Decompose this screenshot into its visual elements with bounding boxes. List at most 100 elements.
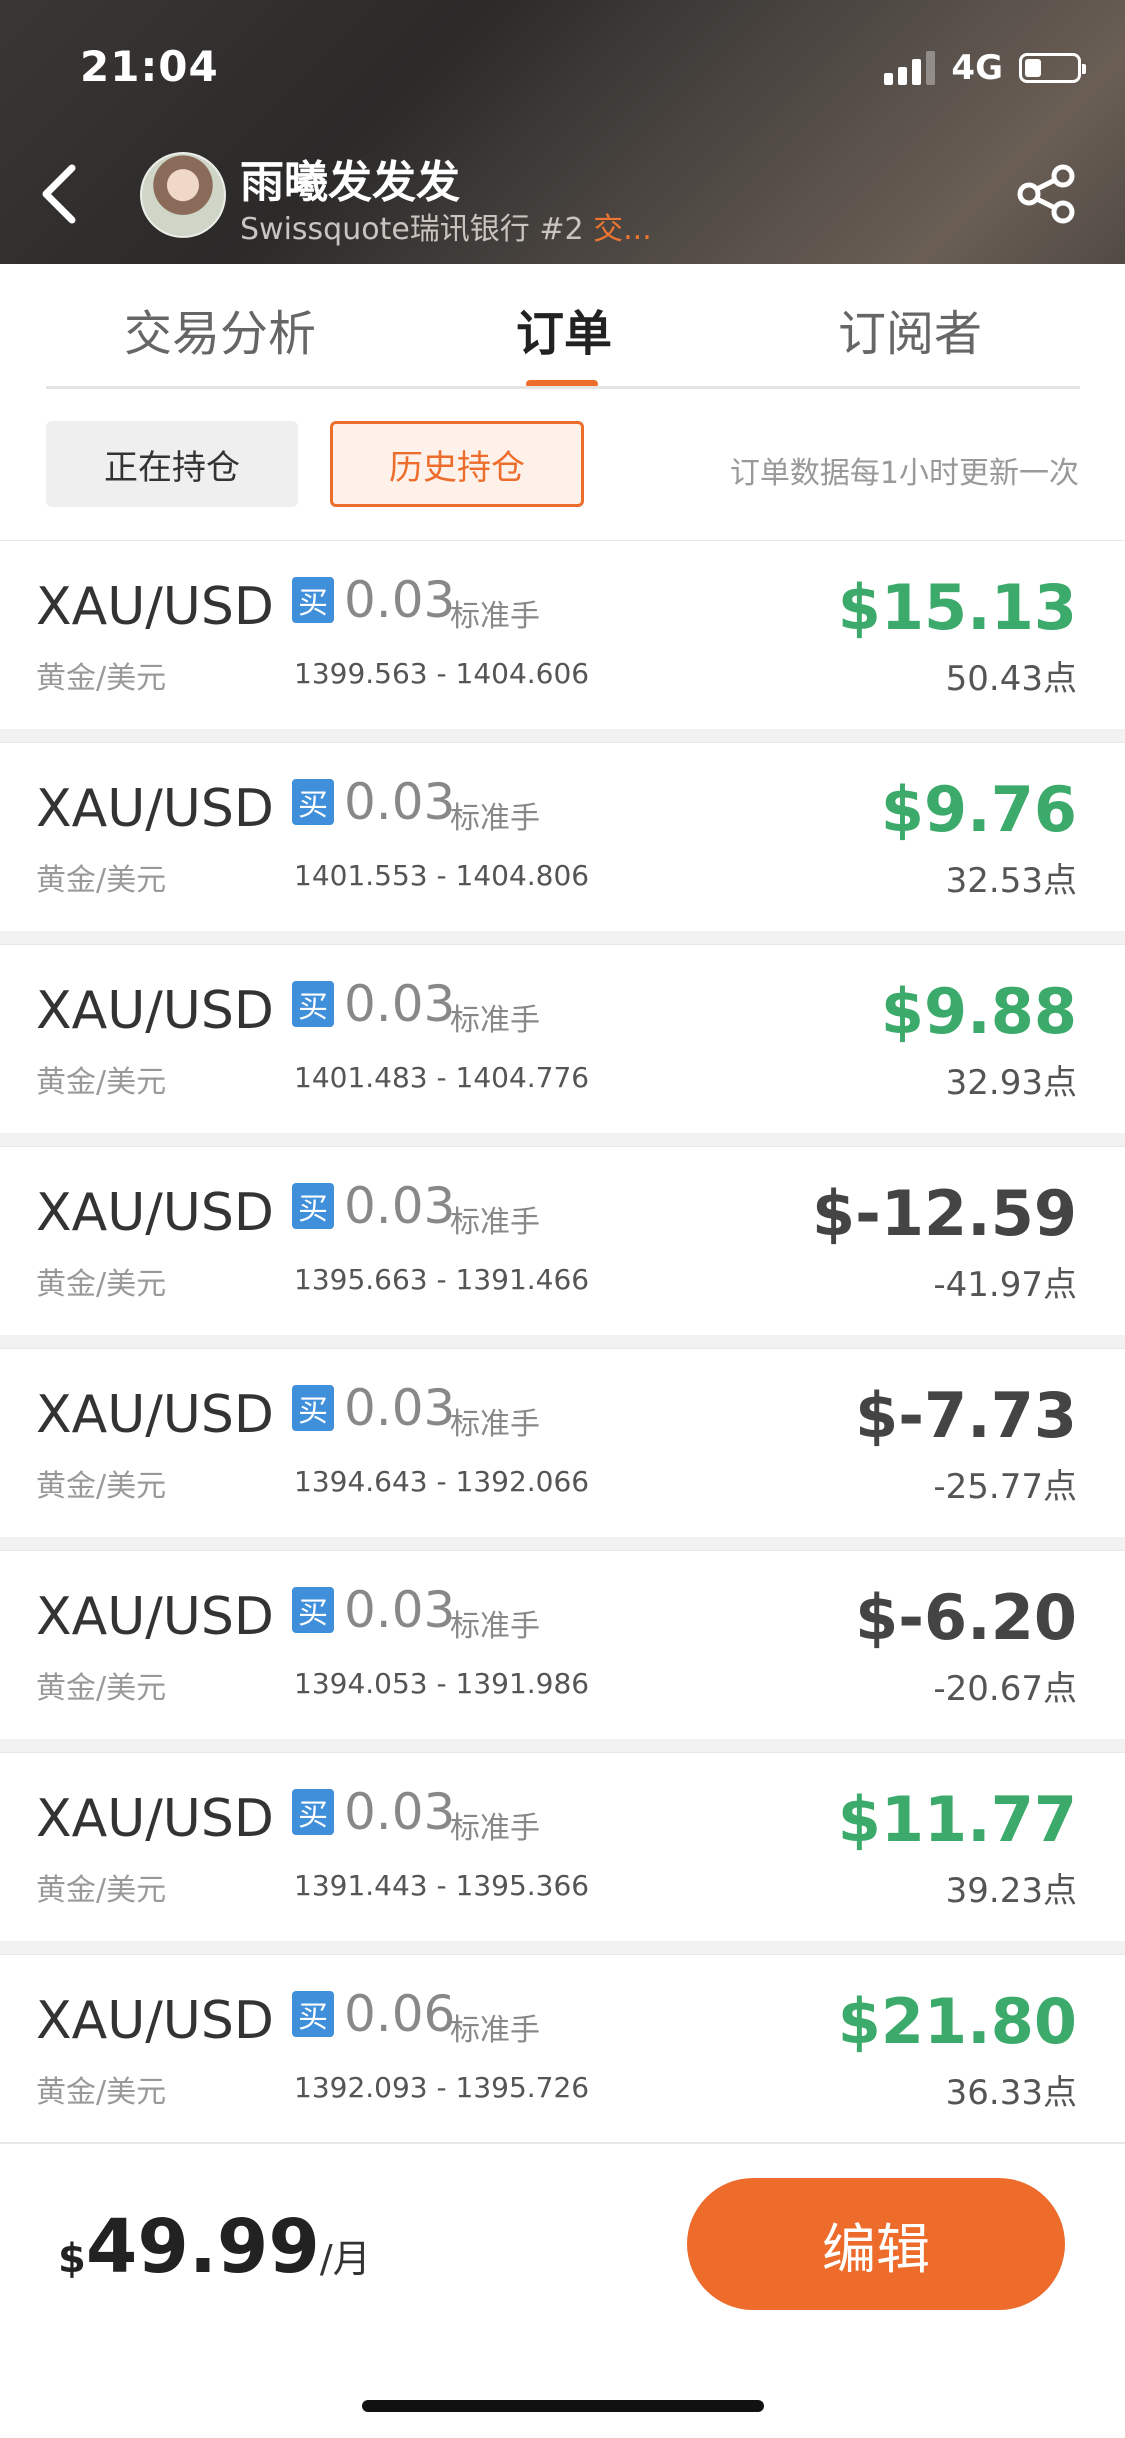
buy-badge: 买 xyxy=(292,1991,334,2037)
home-indicator xyxy=(362,2400,764,2412)
order-pair-name: 黄金/美元 xyxy=(36,661,167,696)
order-row[interactable]: XAU/USD 黄金/美元 买 0.03 标准手 1391.443 - 1395.366 $… xyxy=(0,1752,1125,1941)
orders-list: XAU/USD 黄金/美元买 0.03 标准手 1399.563 - 1404.606 $… xyxy=(0,540,1125,2156)
order-lots: 0.03 xyxy=(344,1783,456,1841)
price-currency: $ xyxy=(58,2236,86,2282)
order-lot-unit: 标准手 xyxy=(450,1609,540,1644)
order-points: 32.93点 xyxy=(945,1063,1077,1103)
order-lot-unit: 标准手 xyxy=(450,801,540,836)
order-price-range: 1401.553 - 1404.806 xyxy=(294,859,590,892)
order-points: 50.43点 xyxy=(945,659,1077,699)
history-positions-button[interactable]: 历史持仓 xyxy=(330,421,584,507)
order-profit: $15.13 xyxy=(837,571,1077,644)
back-arrow-icon[interactable] xyxy=(36,158,84,230)
order-profit: $-7.73 xyxy=(855,1379,1077,1452)
order-lots: 0.03 xyxy=(344,773,456,831)
order-lots: 0.03 xyxy=(344,1379,456,1437)
network-type: 4G xyxy=(951,48,1003,88)
trader-subtitle: Swissquote瑞讯银行 #2 交... xyxy=(240,204,652,248)
order-lot-unit: 标准手 xyxy=(450,2013,540,2048)
order-lots: 0.03 xyxy=(344,571,456,629)
trader-rank: #2 xyxy=(539,212,584,247)
broker-name: Swissquote瑞讯银行 xyxy=(240,212,530,247)
order-lots: 0.06 xyxy=(344,1985,456,2043)
order-price-range: 1394.053 - 1391.986 xyxy=(294,1667,590,1700)
order-pair-name: 黄金/美元 xyxy=(36,2075,167,2110)
order-points: -25.77点 xyxy=(933,1467,1077,1507)
buy-badge: 买 xyxy=(292,981,334,1027)
order-price-range: 1401.483 - 1404.776 xyxy=(294,1061,590,1094)
order-row[interactable]: XAU/USD 黄金/美元 买 0.03 标准手 1401.483 - 1404.776 $… xyxy=(0,944,1125,1133)
order-lots: 0.03 xyxy=(344,1581,456,1639)
order-profit: $-12.59 xyxy=(812,1177,1077,1250)
buy-badge: 买 xyxy=(292,1789,334,1835)
order-row[interactable]: XAU/USD 黄金/美元 买 0.06 标准手 1392.093 - 1395.726 $… xyxy=(0,1954,1125,2143)
open-positions-button[interactable]: 正在持仓 xyxy=(46,421,298,507)
order-pair-name: 黄金/美元 xyxy=(36,1469,167,1504)
subscription-footer: $49.99/月 编辑 xyxy=(0,2142,1125,2438)
order-points: 39.23点 xyxy=(945,1871,1077,1911)
price-amount: 49.99 xyxy=(85,2204,320,2290)
order-profit: $9.76 xyxy=(880,773,1077,846)
order-row[interactable]: XAU/USD 黄金/美元 买 0.03 标准手 1394.643 - 1392.066 $… xyxy=(0,1348,1125,1537)
tab-bar: 交易分析 订单 订阅者 正在持仓 历史持仓 订单数据每1小时更新一次 xyxy=(0,264,1125,540)
share-icon[interactable] xyxy=(1015,162,1079,226)
buy-badge: 买 xyxy=(292,779,334,825)
trader-name: 雨曦发发发 xyxy=(240,157,460,208)
status-indicators: 4G xyxy=(884,48,1086,88)
status-time: 21:04 xyxy=(80,42,219,91)
update-note: 订单数据每1小时更新一次 xyxy=(729,456,1079,491)
order-symbol: XAU/USD xyxy=(36,981,274,1041)
order-profit: $-6.20 xyxy=(855,1581,1077,1654)
avatar[interactable] xyxy=(140,152,226,238)
order-profit: $21.80 xyxy=(837,1985,1077,2058)
order-symbol: XAU/USD xyxy=(36,1991,274,2051)
trader-tag: 交... xyxy=(593,212,652,247)
order-lots: 0.03 xyxy=(344,975,456,1033)
order-symbol: XAU/USD xyxy=(36,1587,274,1647)
battery-icon xyxy=(1019,53,1086,83)
order-points: 36.33点 xyxy=(945,2073,1077,2113)
signal-icon xyxy=(884,51,936,85)
order-symbol: XAU/USD xyxy=(36,1183,274,1243)
order-profit: $11.77 xyxy=(837,1783,1077,1856)
order-pair-name: 黄金/美元 xyxy=(36,1671,167,1706)
edit-button[interactable]: 编辑 xyxy=(687,2178,1065,2310)
buy-badge: 买 xyxy=(292,1385,334,1431)
order-symbol: XAU/USD xyxy=(36,779,274,839)
order-lot-unit: 标准手 xyxy=(450,599,540,634)
profile-header: 21:04 4G 雨曦发发发 Swissquote瑞讯银行 #2 交... xyxy=(0,0,1125,264)
subscription-price: $49.99/月 xyxy=(58,2204,371,2290)
order-row[interactable]: XAU/USD 黄金/美元 买 0.03 标准手 1399.563 - 1404.606 $… xyxy=(0,540,1125,729)
order-row[interactable]: XAU/USD 黄金/美元 买 0.03 标准手 1395.663 - 1391.466 $… xyxy=(0,1146,1125,1335)
order-points: -20.67点 xyxy=(933,1669,1077,1709)
order-lot-unit: 标准手 xyxy=(450,1205,540,1240)
order-row[interactable]: XAU/USD 黄金/美元 买 0.03 标准手 1401.553 - 1404.806 $… xyxy=(0,742,1125,931)
order-price-range: 1395.663 - 1391.466 xyxy=(294,1263,590,1296)
order-points: 32.53点 xyxy=(945,861,1077,901)
order-price-range: 1399.563 - 1404.606 xyxy=(294,657,590,690)
order-points: -41.97点 xyxy=(933,1265,1077,1305)
order-lot-unit: 标准手 xyxy=(450,1811,540,1846)
order-pair-name: 黄金/美元 xyxy=(36,863,167,898)
order-symbol: XAU/USD xyxy=(36,1385,274,1445)
tab-orders[interactable]: 订单 xyxy=(516,294,612,364)
order-pair-name: 黄金/美元 xyxy=(36,1065,167,1100)
order-pair-name: 黄金/美元 xyxy=(36,1267,167,1302)
order-lots: 0.03 xyxy=(344,1177,456,1235)
order-symbol: XAU/USD xyxy=(36,577,274,637)
tab-analysis[interactable]: 交易分析 xyxy=(124,294,316,364)
buy-badge: 买 xyxy=(292,577,334,623)
order-profit: $9.88 xyxy=(880,975,1077,1048)
tab-divider xyxy=(46,386,1080,389)
tab-subscribers[interactable]: 订阅者 xyxy=(838,294,982,364)
buy-badge: 买 xyxy=(292,1587,334,1633)
order-row[interactable]: XAU/USD 黄金/美元 买 0.03 标准手 1394.053 - 1391.986 $… xyxy=(0,1550,1125,1739)
order-symbol: XAU/USD xyxy=(36,1789,274,1849)
order-price-range: 1392.093 - 1395.726 xyxy=(294,2071,590,2104)
price-period: /月 xyxy=(319,2237,371,2281)
order-lot-unit: 标准手 xyxy=(450,1003,540,1038)
buy-badge: 买 xyxy=(292,1183,334,1229)
order-price-range: 1391.443 - 1395.366 xyxy=(294,1869,590,1902)
order-pair-name: 黄金/美元 xyxy=(36,1873,167,1908)
